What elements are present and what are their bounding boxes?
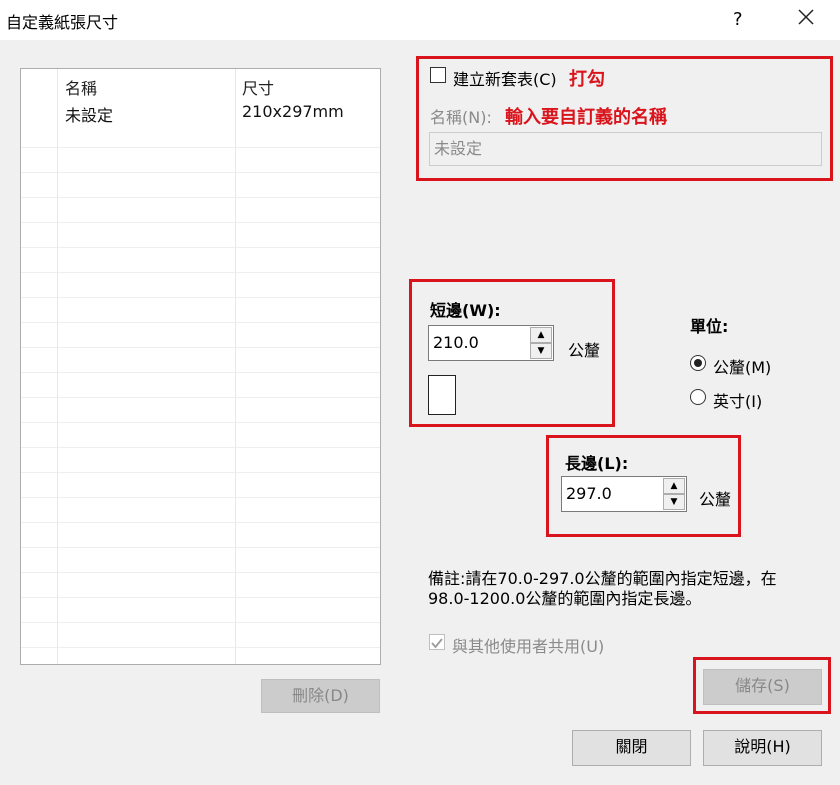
close-icon[interactable]	[797, 8, 815, 26]
help-button[interactable]: 說明(H)	[703, 730, 822, 766]
share-checkbox[interactable]	[429, 634, 445, 650]
column-divider	[235, 69, 236, 664]
unit-mm-radio[interactable]	[690, 355, 706, 371]
column-divider	[57, 69, 58, 664]
share-label: 與其他使用者共用(U)	[452, 637, 605, 656]
length-unit: 公釐	[699, 490, 732, 509]
close-button[interactable]: 關閉	[572, 730, 691, 766]
paper-orientation-icon	[428, 375, 456, 415]
units-label: 單位:	[690, 317, 729, 336]
window-title: 自定義紙張尺寸	[6, 13, 119, 32]
save-button[interactable]: 儲存(S)	[703, 669, 822, 705]
length-label: 長邊(L):	[565, 454, 629, 473]
width-spin-up[interactable]: ▲	[530, 327, 552, 343]
annotation-name: 輸入要自訂義的名稱	[505, 107, 667, 128]
annotation-check: 打勾	[569, 69, 605, 90]
paper-size-list[interactable]: 名稱 尺寸 未設定 210x297mm	[20, 68, 381, 665]
width-unit: 公釐	[568, 341, 601, 360]
row-size-cell[interactable]: 210x297mm	[242, 102, 344, 121]
column-header-size[interactable]: 尺寸	[242, 75, 274, 99]
help-title-button[interactable]: ?	[733, 9, 743, 30]
name-input[interactable]: 未設定	[429, 132, 822, 166]
checkmark-icon	[431, 638, 443, 649]
unit-mm-label: 公釐(M)	[713, 358, 772, 377]
unit-inch-label: 英寸(I)	[713, 392, 763, 411]
width-label: 短邊(W):	[430, 301, 501, 320]
length-spin-down[interactable]: ▼	[663, 494, 685, 510]
length-spin-up[interactable]: ▲	[663, 478, 685, 494]
create-new-checkbox[interactable]	[430, 67, 446, 83]
column-header-name[interactable]: 名稱	[65, 75, 97, 99]
row-name-cell[interactable]: 未設定	[65, 102, 113, 126]
title-bar: 自定義紙張尺寸 ?	[0, 0, 840, 40]
width-spin-down[interactable]: ▼	[530, 343, 552, 359]
note-line-2: 98.0-1200.0公釐的範圍內指定長邊。	[428, 589, 702, 608]
create-new-label: 建立新套表(C)	[453, 70, 557, 89]
name-label: 名稱(N):	[430, 108, 492, 127]
unit-inch-radio[interactable]	[690, 389, 706, 405]
delete-button[interactable]: 刪除(D)	[261, 679, 380, 713]
